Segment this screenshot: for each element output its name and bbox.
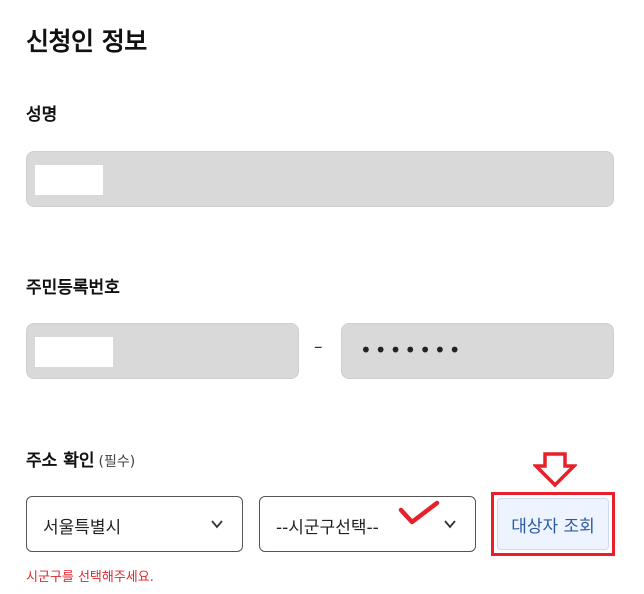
chevron-down-icon [211, 520, 223, 529]
redaction-mask [35, 337, 113, 367]
checkmark-annotation [398, 500, 440, 525]
search-target-button[interactable]: 대상자 조회 [491, 492, 615, 556]
city-select-value: 서울특별시 [43, 518, 122, 538]
district-select-value: --시군구선택-- [276, 518, 379, 538]
chevron-down-icon [444, 520, 456, 529]
rrn-label: 주민등록번호 [26, 278, 120, 298]
down-arrow-annotation [533, 452, 577, 488]
section-title: 신청인 정보 [26, 27, 147, 56]
name-input [26, 151, 614, 207]
rrn-front-input [26, 323, 299, 379]
rrn-masked-value: ••••••• [360, 338, 464, 362]
address-label: 주소 확인 (필수) [26, 446, 135, 471]
name-label: 성명 [26, 105, 58, 125]
required-note: (필수) [98, 454, 136, 470]
address-label-text: 주소 확인 [26, 451, 95, 471]
redaction-mask [35, 165, 103, 195]
rrn-separator: – [314, 337, 323, 357]
search-target-button-label: 대상자 조회 [497, 498, 609, 550]
city-select[interactable]: 서울특별시 [26, 496, 243, 552]
error-message: 시군구를 선택해주세요. [26, 570, 154, 585]
rrn-back-input: ••••••• [341, 323, 614, 379]
district-select[interactable]: --시군구선택-- [259, 496, 476, 552]
